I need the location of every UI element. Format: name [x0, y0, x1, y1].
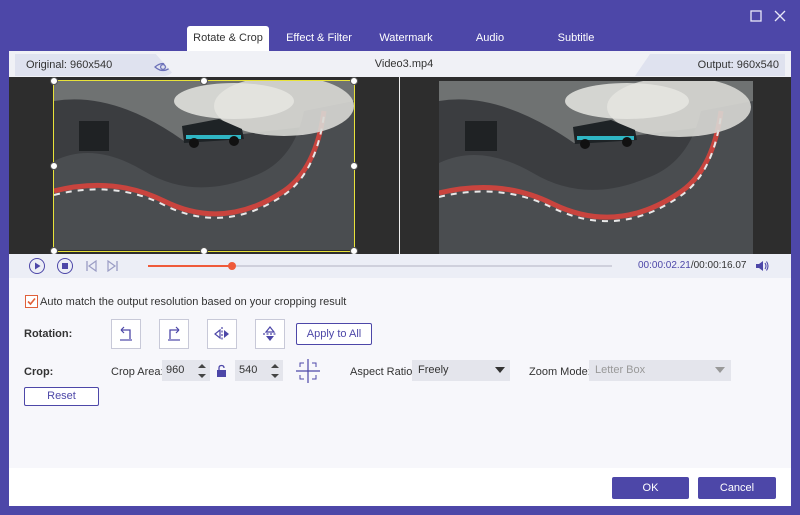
zoom-mode-label: Zoom Mode:: [529, 366, 591, 378]
crop-box[interactable]: [50, 77, 358, 255]
previous-frame-icon[interactable]: [85, 259, 97, 275]
stop-icon[interactable]: [57, 258, 73, 274]
close-icon[interactable]: [772, 8, 788, 24]
chevron-down-icon: [715, 367, 725, 373]
crop-handle-right[interactable]: [350, 162, 358, 170]
crop-width-value: 960: [166, 364, 185, 376]
rotation-label: Rotation:: [24, 328, 73, 340]
chevron-down-icon: [495, 367, 505, 373]
time-total: 00:00:16.07: [693, 260, 747, 271]
crop-label: Crop:: [24, 366, 54, 378]
crop-handle-top-right[interactable]: [350, 77, 358, 85]
crop-handle-left[interactable]: [50, 162, 58, 170]
crop-height-value: 540: [239, 364, 258, 376]
aspect-ratio-select[interactable]: Freely: [412, 360, 510, 381]
tab-audio[interactable]: Audio: [460, 26, 520, 51]
volume-icon[interactable]: [755, 259, 769, 276]
tab-effect-filter[interactable]: Effect & Filter: [278, 26, 360, 51]
auto-match-label: Auto match the output resolution based o…: [40, 296, 347, 308]
info-bar: Original: 960x540 Video3.mp4 Output: 960…: [9, 51, 791, 77]
tab-subtitle[interactable]: Subtitle: [545, 26, 607, 51]
progress-knob[interactable]: [227, 262, 236, 270]
zoom-mode-select[interactable]: Letter Box: [589, 360, 731, 381]
aspect-ratio-value: Freely: [418, 364, 449, 376]
crop-height-stepper[interactable]: 540: [235, 360, 283, 381]
stepper-arrows-icon[interactable]: [270, 362, 280, 380]
crop-width-stepper[interactable]: 960: [162, 360, 210, 381]
reset-button[interactable]: Reset: [24, 387, 99, 406]
time-display: 00:00:02.21/00:00:16.07: [638, 260, 746, 271]
center-crop-icon[interactable]: [295, 358, 321, 387]
stepper-arrows-icon[interactable]: [197, 362, 207, 380]
tab-rotate-crop[interactable]: Rotate & Crop: [187, 26, 269, 51]
rotate-left-icon: [120, 326, 132, 341]
apply-to-all-button[interactable]: Apply to All: [296, 323, 372, 345]
flip-horizontal-icon: [214, 327, 229, 341]
flip-vertical-button[interactable]: [255, 319, 285, 349]
maximize-icon[interactable]: [748, 8, 764, 24]
output-resolution: Output: 960x540: [697, 59, 779, 71]
video-frame-image: [439, 81, 753, 254]
auto-match-checkbox[interactable]: [25, 295, 38, 308]
crop-area-label: Crop Area:: [111, 366, 164, 378]
playback-bar: 00:00:02.21/00:00:16.07: [9, 254, 791, 278]
lock-icon[interactable]: [216, 364, 227, 381]
preview-divider: [399, 77, 400, 254]
crop-handle-top-left[interactable]: [50, 77, 58, 85]
rotate-left-button[interactable]: [111, 319, 141, 349]
filename: Video3.mp4: [374, 58, 434, 70]
crop-handle-top[interactable]: [200, 77, 208, 85]
cancel-button[interactable]: Cancel: [698, 477, 776, 499]
aspect-ratio-label: Aspect Ratio:: [350, 366, 416, 378]
output-video-frame: [439, 81, 753, 254]
time-current: 00:00:02.21: [638, 260, 691, 271]
flip-vertical-icon: [263, 326, 277, 341]
rotate-right-button[interactable]: [159, 319, 189, 349]
flip-horizontal-button[interactable]: [207, 319, 237, 349]
progress-track[interactable]: [148, 262, 612, 270]
original-pill: Original: 960x540: [15, 54, 175, 76]
progress-fill: [148, 265, 232, 267]
rotate-right-icon: [168, 326, 180, 341]
play-icon[interactable]: [29, 258, 45, 274]
output-pill: Output: 960x540: [635, 54, 785, 76]
video-preview-area: [9, 77, 791, 255]
next-frame-icon[interactable]: [107, 259, 119, 275]
zoom-mode-value: Letter Box: [595, 364, 646, 376]
ok-button[interactable]: OK: [612, 477, 689, 499]
original-resolution: Original: 960x540: [26, 59, 113, 71]
tab-watermark[interactable]: Watermark: [370, 26, 442, 51]
editor-panel: Original: 960x540 Video3.mp4 Output: 960…: [9, 51, 791, 506]
